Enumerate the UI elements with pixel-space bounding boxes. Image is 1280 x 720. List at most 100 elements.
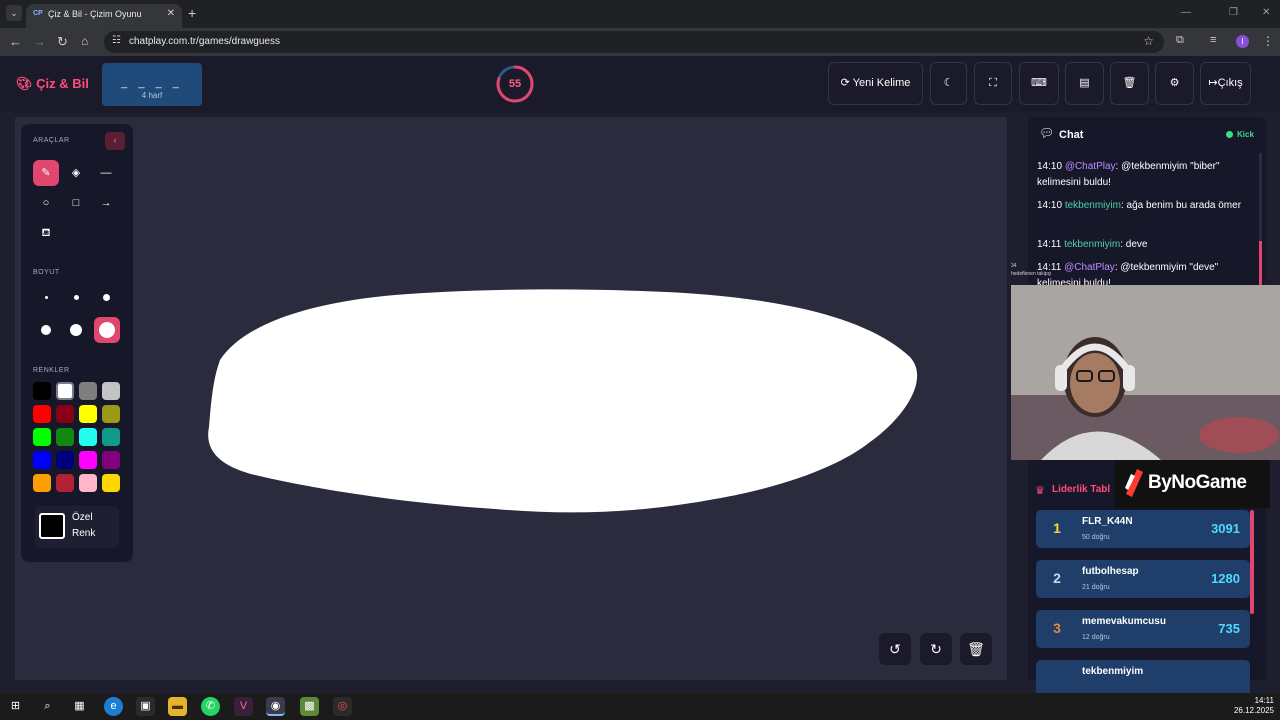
size-option-6[interactable] xyxy=(99,322,115,338)
forward-icon[interactable]: → xyxy=(33,34,46,49)
reload-icon[interactable]: ↻ xyxy=(57,34,68,50)
color-swatch[interactable] xyxy=(79,451,97,469)
color-swatch[interactable] xyxy=(56,405,74,423)
redo-button[interactable]: ↻ xyxy=(920,633,952,665)
color-swatch[interactable] xyxy=(33,451,51,469)
sponsor-logo: ByNoGame xyxy=(1115,460,1270,508)
color-swatch[interactable] xyxy=(102,382,120,400)
fullscreen-button[interactable]: ⛶ xyxy=(974,62,1012,105)
chat-scrollbar[interactable] xyxy=(1259,153,1262,285)
tools-section-title: ARAÇLAR xyxy=(33,137,70,144)
keyboard-button[interactable]: ⌨ xyxy=(1019,62,1059,105)
leaderboard-scrollbar[interactable] xyxy=(1250,510,1254,614)
palette-icon: 🎨︎ xyxy=(16,76,33,91)
message-user[interactable]: @ChatPlay xyxy=(1065,161,1116,172)
chat-scroll-thumb[interactable] xyxy=(1259,241,1262,285)
task-view-icon[interactable]: ▦ xyxy=(70,697,89,716)
follower-goal-number: 34 xyxy=(1011,263,1017,269)
size-option-2[interactable] xyxy=(74,295,79,300)
obs-icon[interactable]: ◎ xyxy=(333,697,352,716)
message-user[interactable]: @ChatPlay xyxy=(1064,262,1115,273)
color-swatch[interactable] xyxy=(33,428,51,446)
size-option-1[interactable] xyxy=(45,296,48,299)
undo-button[interactable]: ↺ xyxy=(879,633,911,665)
bookmark-star-icon[interactable]: ☆ xyxy=(1143,34,1154,48)
browser-tab[interactable]: CP Çiz & Bil - Çizim Oyunu ✕ xyxy=(26,4,182,28)
message-user[interactable]: tekbenmiyim xyxy=(1065,200,1121,211)
new-word-button[interactable]: ⟳ Yeni Kelime xyxy=(828,62,923,105)
collapse-toolbox-button[interactable]: ‹ xyxy=(105,132,125,150)
extensions-icon[interactable]: ⧉ xyxy=(1176,34,1184,47)
tab-close-icon[interactable]: ✕ xyxy=(167,8,175,19)
new-tab-icon[interactable]: + xyxy=(188,5,196,21)
eraser-tool[interactable]: ◈ xyxy=(63,160,89,186)
message-time: 14:10 xyxy=(1037,200,1063,211)
size-section-title: BOYUT xyxy=(33,269,60,276)
size-option-5[interactable] xyxy=(70,324,82,336)
color-swatch[interactable] xyxy=(102,474,120,492)
color-swatch[interactable] xyxy=(102,405,120,423)
archive-icon: ▤ xyxy=(1079,77,1090,89)
color-swatch[interactable] xyxy=(79,405,97,423)
line-tool[interactable]: — xyxy=(93,160,119,186)
arrow-tool[interactable]: → xyxy=(93,190,119,216)
brush-tool[interactable]: ✎ xyxy=(33,160,59,186)
color-swatch[interactable] xyxy=(33,382,51,400)
message-user[interactable]: tekbenmiyim xyxy=(1064,239,1120,250)
app-icon[interactable]: V xyxy=(234,697,253,716)
drawing-canvas[interactable] xyxy=(15,117,1007,680)
delete-button[interactable]: 🗑︎ xyxy=(1110,62,1149,105)
profile-avatar[interactable]: I xyxy=(1236,35,1249,48)
reading-list-icon[interactable]: ≡ xyxy=(1210,34,1216,46)
folder-icon[interactable]: ▬ xyxy=(168,697,187,716)
browser-tabbar: ⌄ CP Çiz & Bil - Çizim Oyunu ✕ + — ❐ ✕ xyxy=(0,0,1280,28)
color-swatch[interactable] xyxy=(56,382,74,400)
search-icon[interactable]: ⌕ xyxy=(38,697,57,716)
color-swatch[interactable] xyxy=(33,474,51,492)
system-clock: 14:11 26.12.2025 xyxy=(1234,696,1274,716)
tab-search-icon[interactable]: ⌄ xyxy=(6,5,22,21)
fill-tool[interactable]: ⛾ xyxy=(33,220,59,246)
color-swatch[interactable] xyxy=(56,451,74,469)
back-icon[interactable]: ← xyxy=(9,34,22,49)
timer-value: 55 xyxy=(508,78,522,90)
color-swatch[interactable] xyxy=(102,451,120,469)
rank-number: 1 xyxy=(1053,520,1061,536)
color-swatch[interactable] xyxy=(102,428,120,446)
app-header: 🎨︎ Çiz & Bil _ _ _ _ 4 harf 55 ⟳ Yeni Ke… xyxy=(0,56,1280,112)
theme-toggle-button[interactable]: ☾ xyxy=(930,62,967,105)
archive-button[interactable]: ▤ xyxy=(1065,62,1104,105)
color-swatch[interactable] xyxy=(79,474,97,492)
address-bar[interactable]: ☷ chatplay.com.tr/games/drawguess ☆ xyxy=(104,31,1164,53)
edge-icon[interactable]: e xyxy=(104,697,123,716)
color-swatch[interactable] xyxy=(79,382,97,400)
bynogame-mark-icon xyxy=(1125,469,1143,497)
size-option-4[interactable] xyxy=(41,325,51,335)
follower-goal-overlay: 34 hedeflenen takipçi xyxy=(1011,262,1051,278)
browser-menu-icon[interactable]: ⋮ xyxy=(1262,34,1274,48)
rectangle-tool[interactable]: □ xyxy=(63,190,89,216)
color-swatch[interactable] xyxy=(33,405,51,423)
circle-tool[interactable]: ○ xyxy=(33,190,59,216)
exit-button[interactable]: ↦Çıkış xyxy=(1200,62,1251,105)
site-info-icon[interactable]: ☷ xyxy=(112,35,121,46)
color-swatch[interactable] xyxy=(56,474,74,492)
start-icon[interactable]: ⊞ xyxy=(6,697,25,716)
minecraft-icon[interactable]: ▩ xyxy=(300,697,319,716)
custom-color-button[interactable]: Özel Renk xyxy=(35,506,119,548)
minimize-icon[interactable]: — xyxy=(1181,7,1191,18)
close-window-icon[interactable]: ✕ xyxy=(1262,7,1270,18)
color-swatch[interactable] xyxy=(56,428,74,446)
settings-button[interactable]: ⚙ xyxy=(1155,62,1194,105)
restore-icon[interactable]: ❐ xyxy=(1229,7,1238,18)
color-swatch[interactable] xyxy=(79,428,97,446)
tool-panel: ARAÇLAR ‹ ✎ ◈ — ○ □ → ⛾ BOYUT RENKLER Öz… xyxy=(21,124,133,562)
whatsapp-icon[interactable]: ✆ xyxy=(201,697,220,716)
home-icon[interactable]: ⌂ xyxy=(81,34,88,48)
leaderboard-row: 3 memevakumcusu 12 doğru 735 xyxy=(1036,610,1250,648)
store-icon[interactable]: ▣ xyxy=(136,697,155,716)
clear-canvas-button[interactable]: 🗑︎ xyxy=(960,633,992,665)
player-correct-count: 21 doğru xyxy=(1082,584,1110,591)
chrome-icon[interactable]: ◉ xyxy=(266,697,285,716)
size-option-3[interactable] xyxy=(103,294,110,301)
